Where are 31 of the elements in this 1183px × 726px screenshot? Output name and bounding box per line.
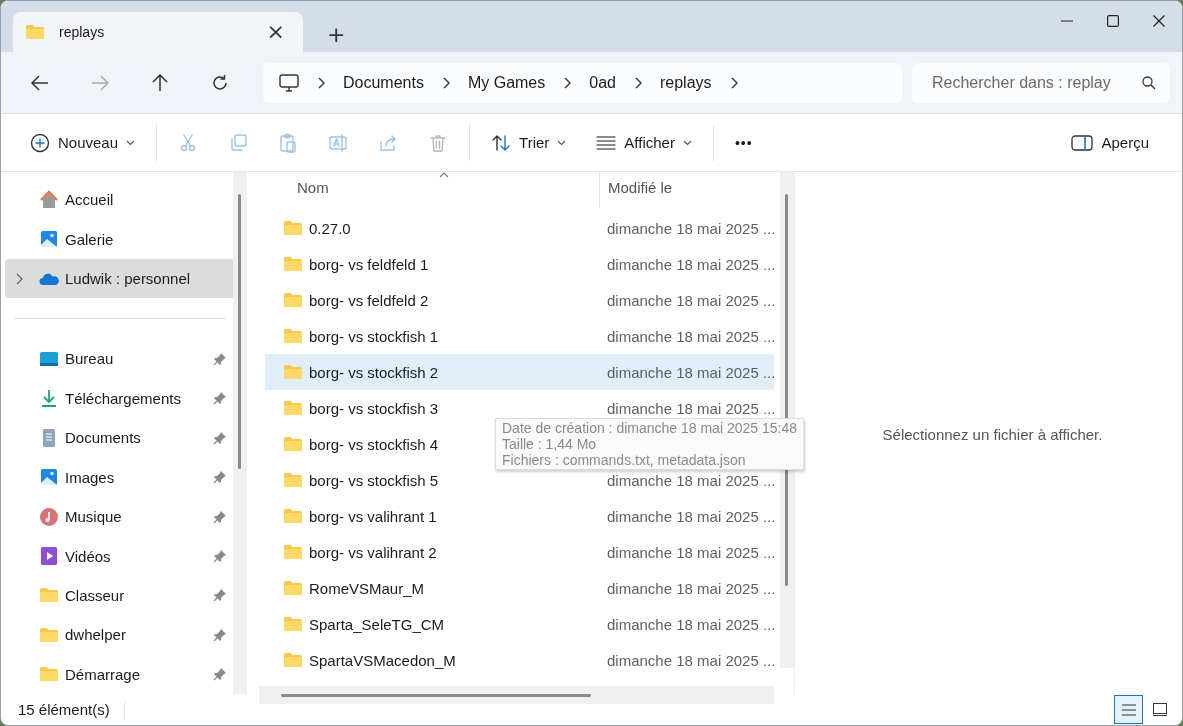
file-name: 0.27.0 xyxy=(309,219,351,237)
tooltip-line: Taille : 1,44 Mo xyxy=(502,436,598,452)
file-name: borg- vs stockfish 1 xyxy=(309,327,439,345)
file-name: borg- vs valihrant 2 xyxy=(309,543,437,561)
file-name: SpartaVSMacedon_M xyxy=(309,651,456,669)
modified-date: dimanche 18 mai 2025 ... xyxy=(607,615,776,633)
file-name: borg- vs stockfish 3 xyxy=(309,399,439,417)
modified-date: dimanche 18 mai 2025 ... xyxy=(607,471,776,489)
modified-date: dimanche 18 mai 2025 ... xyxy=(607,507,776,525)
tab-title: replays xyxy=(59,24,106,40)
file-name: borg- vs stockfish 2 xyxy=(309,363,439,381)
modified-date: dimanche 18 mai 2025 ... xyxy=(607,219,776,237)
file-name: borg- vs stockfish 5 xyxy=(309,471,439,489)
modified-date: dimanche 18 mai 2025 ... xyxy=(607,579,776,597)
file-name: Sparta_SeleTG_CM xyxy=(309,615,445,633)
file-name: borg- vs feldfeld 1 xyxy=(309,255,429,273)
file-name: borg- vs valihrant 1 xyxy=(309,507,437,525)
preview-message: Sélectionnez un fichier à afficher. xyxy=(882,426,1103,445)
file-name: RomeVSMaur_M xyxy=(309,579,425,597)
modified-date: dimanche 18 mai 2025 ... xyxy=(607,255,776,273)
file-name: borg- vs stockfish 4 xyxy=(309,435,439,453)
file-name: borg- vs feldfeld 2 xyxy=(309,291,429,309)
modified-date: dimanche 18 mai 2025 ... xyxy=(607,543,776,561)
modified-date: dimanche 18 mai 2025 ... xyxy=(607,363,776,381)
modified-date: dimanche 18 mai 2025 ... xyxy=(607,291,776,309)
tooltip-line: Date de création : dimanche 18 mai 2025 15:48 xyxy=(502,420,797,436)
modified-date: dimanche 18 mai 2025 ... xyxy=(607,327,776,345)
modified-date: dimanche 18 mai 2025 ... xyxy=(607,651,776,669)
tooltip-line: Fichiers : commands.txt, metadata.json xyxy=(502,452,747,468)
item-count: 15 élément(s) xyxy=(18,701,125,718)
modified-date: dimanche 18 mai 2025 ... xyxy=(607,399,776,417)
